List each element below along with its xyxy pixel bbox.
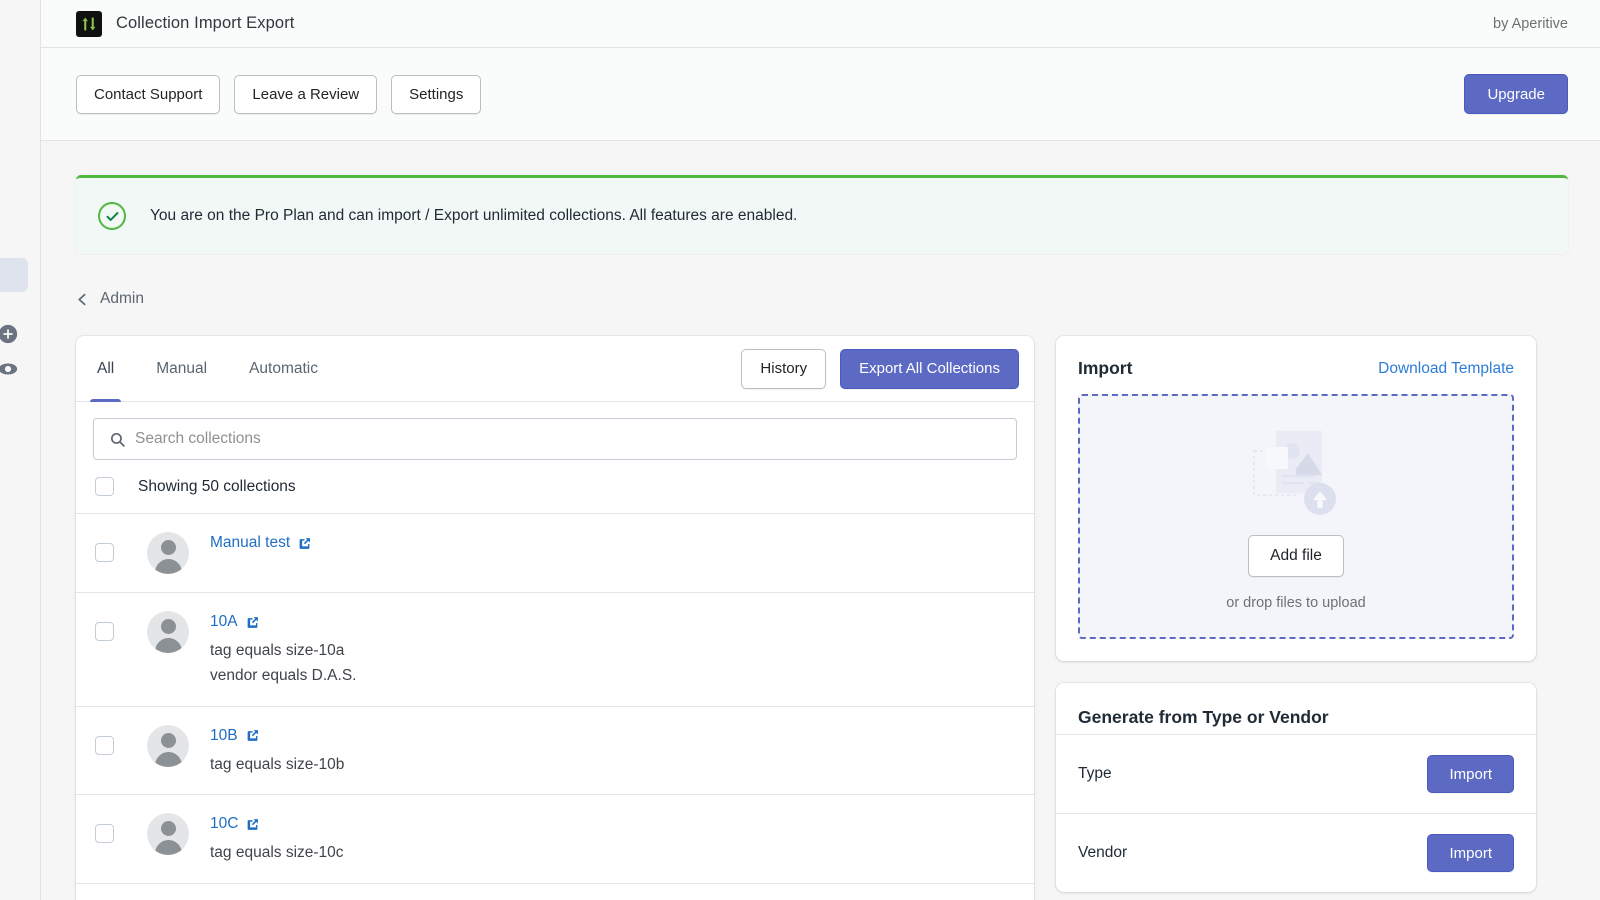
collection-link[interactable]: 10C: [210, 815, 259, 833]
collection-rule: tag equals size-10a: [210, 640, 356, 662]
tab-all[interactable]: All: [76, 336, 135, 401]
collections-card: All Manual Automatic History Export All …: [76, 336, 1034, 900]
add-file-button[interactable]: Add file: [1248, 535, 1344, 577]
generate-vendor-label: Vendor: [1078, 844, 1127, 862]
chevron-left-icon: [76, 293, 89, 306]
import-column: Import Download Template: [1056, 336, 1536, 892]
import-export-arrows-icon: [76, 11, 102, 37]
showing-count-label: Showing 50 collections: [138, 478, 296, 496]
dropzone-hint: or drop files to upload: [1226, 595, 1365, 611]
external-link-icon: [298, 537, 311, 550]
external-link-icon: [246, 818, 259, 831]
content-grid: All Manual Automatic History Export All …: [76, 336, 1568, 900]
app-toolbar: Contact Support Leave a Review Settings …: [41, 48, 1600, 141]
target-icon[interactable]: [0, 358, 19, 380]
row-content: 10B tag equals size-10b: [210, 725, 344, 776]
collection-title: 10C: [210, 815, 238, 833]
select-all-row: Showing 50 collections: [76, 460, 1034, 514]
search-box[interactable]: [93, 418, 1017, 460]
app-header: Collection Import Export by Aperitive: [41, 0, 1600, 48]
contact-support-button[interactable]: Contact Support: [76, 75, 220, 114]
app-root: Collection Import Export by Aperitive Co…: [0, 0, 1600, 900]
row-checkbox[interactable]: [95, 622, 114, 641]
generate-title: Generate from Type or Vendor: [1056, 683, 1536, 734]
collection-title: Manual test: [210, 534, 290, 552]
main-column: Collection Import Export by Aperitive Co…: [41, 0, 1600, 900]
generate-type-label: Type: [1078, 765, 1112, 783]
search-icon: [109, 431, 126, 448]
leave-review-button[interactable]: Leave a Review: [234, 75, 377, 114]
import-card: Import Download Template: [1056, 336, 1536, 661]
search-wrap: [76, 402, 1034, 460]
collection-link[interactable]: Manual test: [210, 534, 311, 552]
upgrade-button[interactable]: Upgrade: [1464, 74, 1568, 114]
tab-automatic[interactable]: Automatic: [228, 336, 339, 401]
tab-manual[interactable]: Manual: [135, 336, 228, 401]
plan-status-text: You are on the Pro Plan and can import /…: [150, 207, 797, 225]
left-rail: [0, 0, 41, 900]
collection-link[interactable]: 10B: [210, 727, 259, 745]
collection-rule: tag equals size-10c: [210, 842, 344, 864]
external-link-icon: [246, 729, 259, 742]
row-content: 10A tag equals size-10a vendor equals D.…: [210, 611, 356, 688]
download-template-link[interactable]: Download Template: [1378, 360, 1514, 378]
circle-check-icon: [98, 202, 126, 230]
file-upload-illustration: [1236, 423, 1356, 531]
breadcrumb-label: Admin: [100, 290, 144, 308]
collection-rule: tag equals size-10b: [210, 754, 344, 776]
import-type-button[interactable]: Import: [1427, 755, 1514, 793]
row-content: Manual test: [210, 532, 311, 552]
search-input[interactable]: [135, 430, 1016, 448]
avatar: [147, 532, 189, 574]
settings-button[interactable]: Settings: [391, 75, 481, 114]
collections-tabs-row: All Manual Automatic History Export All …: [76, 336, 1034, 402]
export-all-collections-button[interactable]: Export All Collections: [840, 349, 1019, 389]
app-byline: by Aperitive: [1493, 16, 1568, 32]
row-checkbox[interactable]: [95, 824, 114, 843]
import-vendor-button[interactable]: Import: [1427, 834, 1514, 872]
table-row[interactable]: Manual test: [76, 514, 1034, 593]
avatar: [147, 813, 189, 855]
collection-title: 10A: [210, 613, 238, 631]
collections-tabs: All Manual Automatic: [76, 336, 339, 401]
page-title: Collection Import Export: [116, 14, 294, 33]
collection-rule: vendor equals D.A.S.: [210, 665, 356, 687]
row-checkbox[interactable]: [95, 736, 114, 755]
table-row[interactable]: 10D tag equals size-10d: [76, 884, 1034, 900]
avatar: [147, 611, 189, 653]
select-all-checkbox[interactable]: [95, 477, 114, 496]
file-dropzone[interactable]: Add file or drop files to upload: [1078, 394, 1514, 639]
import-title: Import: [1078, 358, 1132, 379]
table-row[interactable]: 10A tag equals size-10a vendor equals D.…: [76, 593, 1034, 707]
collections-list: Manual test 10A: [76, 514, 1034, 900]
avatar: [147, 725, 189, 767]
plan-status-banner: You are on the Pro Plan and can import /…: [76, 175, 1568, 254]
collection-link[interactable]: 10A: [210, 613, 259, 631]
generate-row-vendor: Vendor Import: [1056, 813, 1536, 892]
generate-card: Generate from Type or Vendor Type Import…: [1056, 683, 1536, 892]
collection-title: 10B: [210, 727, 238, 745]
import-header: Import Download Template: [1056, 336, 1536, 394]
page-body: You are on the Pro Plan and can import /…: [41, 141, 1600, 900]
external-link-icon: [246, 616, 259, 629]
generate-row-type: Type Import: [1056, 734, 1536, 813]
row-checkbox[interactable]: [95, 543, 114, 562]
table-row[interactable]: 10B tag equals size-10b: [76, 707, 1034, 795]
history-button[interactable]: History: [741, 349, 826, 389]
breadcrumb[interactable]: Admin: [76, 290, 144, 308]
collections-actions: History Export All Collections: [741, 349, 1019, 389]
plus-circle-icon[interactable]: [0, 323, 19, 345]
row-content: 10C tag equals size-10c: [210, 813, 344, 864]
collections-column: All Manual Automatic History Export All …: [76, 336, 1034, 900]
table-row[interactable]: 10C tag equals size-10c: [76, 795, 1034, 883]
rail-active-item[interactable]: [0, 258, 28, 292]
